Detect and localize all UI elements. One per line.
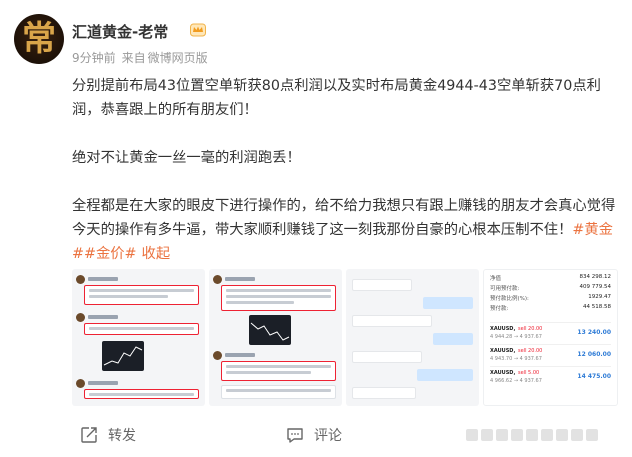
chat-bubble bbox=[352, 315, 432, 327]
account-value: 1929.47 bbox=[588, 294, 611, 300]
account-row: 预付款: 44 518.58 bbox=[490, 304, 611, 312]
position-side: sell 20.00 bbox=[518, 326, 543, 332]
post-time[interactable]: 9分钟前 bbox=[72, 51, 116, 65]
account-row: 预付款比例(%): 1929.47 bbox=[490, 294, 611, 302]
highlighted-bubble bbox=[84, 323, 199, 335]
position-row: XAUUSD, sell 20.00 4 943.70 → 4 937.67 12 0… bbox=[490, 344, 611, 364]
highlighted-bubble bbox=[221, 361, 336, 381]
post-meta: 9分钟前 来自 微博网页版 bbox=[72, 49, 214, 66]
comment-label: 评论 bbox=[314, 428, 342, 444]
chat-bubble bbox=[423, 297, 473, 309]
image-grid: 净值 834 298.12 可用预付款: 409 779.54 预付款比例(%): 1… bbox=[72, 269, 618, 406]
chat-bubble bbox=[433, 333, 473, 345]
share-icon bbox=[81, 427, 97, 443]
position-pnl: 13 240.00 bbox=[577, 329, 611, 336]
action-bar: 转发 评论 bbox=[0, 420, 632, 450]
collapse-link[interactable]: 收起 bbox=[142, 246, 171, 262]
chart-thumbnail bbox=[249, 315, 291, 345]
chat-message bbox=[76, 313, 201, 323]
position-side: sell 20.00 bbox=[518, 348, 543, 354]
position-price: 4 943.70 → 4 937.67 bbox=[490, 356, 542, 362]
paragraph-3-text: 全程都是在大家的眼皮下进行操作的，给不给力我想只有跟上赚钱的朋友才会真心觉得今天… bbox=[72, 198, 616, 238]
tag-gold-price[interactable]: #金价# bbox=[84, 246, 137, 262]
chat-message bbox=[76, 379, 201, 389]
account-row: 净值 834 298.12 bbox=[490, 274, 611, 282]
position-symbol: XAUUSD, bbox=[490, 370, 516, 376]
position-pnl: 12 060.00 bbox=[577, 351, 611, 358]
account-value: 834 298.12 bbox=[579, 274, 612, 280]
post-text: 分别提前布局43位置空单斩获80点利润以及实时布局黄金4944-43空单斩获70… bbox=[72, 74, 618, 266]
image-thumb-2[interactable] bbox=[209, 269, 342, 406]
account-key: 预付款比例(%): bbox=[490, 296, 529, 302]
chat-bubble bbox=[352, 387, 416, 399]
like-button[interactable] bbox=[466, 420, 598, 450]
avatar[interactable]: 常 bbox=[14, 14, 64, 64]
author-name[interactable]: 汇道黄金-老常 bbox=[72, 21, 168, 42]
chat-bubble bbox=[417, 369, 473, 381]
share-button[interactable]: 转发 bbox=[80, 420, 136, 450]
post-source: 微博网页版 bbox=[147, 51, 208, 65]
position-symbol: XAUUSD, bbox=[490, 326, 516, 332]
chat-message bbox=[76, 275, 201, 285]
share-label: 转发 bbox=[108, 428, 136, 444]
avatar-glyph: 常 bbox=[22, 19, 56, 59]
image-thumb-3[interactable] bbox=[346, 269, 479, 406]
like-icon bbox=[466, 429, 598, 441]
vip-crown-icon bbox=[190, 23, 206, 37]
comment-icon bbox=[287, 428, 303, 443]
position-price: 4 944.28 → 4 937.67 bbox=[490, 334, 542, 340]
account-key: 预付款: bbox=[490, 306, 509, 312]
paragraph-1: 分别提前布局43位置空单斩获80点利润以及实时布局黄金4944-43空单斩获70… bbox=[72, 78, 601, 118]
position-symbol: XAUUSD, bbox=[490, 348, 516, 354]
post-header: 常 汇道黄金-老常 9分钟前 来自 微博网页版 bbox=[14, 14, 618, 66]
source-prefix: 来自 bbox=[121, 51, 146, 65]
position-price: 4 966.62 → 4 937.67 bbox=[490, 378, 542, 384]
chat-bubble bbox=[221, 385, 336, 399]
account-value: 44 518.58 bbox=[583, 304, 611, 310]
chat-bubble bbox=[352, 351, 422, 363]
paragraph-2: 绝对不让黄金一丝一毫的利润跑丢！ bbox=[72, 150, 301, 166]
account-key: 净值 bbox=[490, 276, 502, 282]
highlighted-bubble bbox=[84, 285, 199, 305]
position-pnl: 14 475.00 bbox=[577, 373, 611, 380]
account-row: 可用预付款: 409 779.54 bbox=[490, 284, 611, 292]
chat-message bbox=[213, 275, 338, 285]
account-value: 409 779.54 bbox=[579, 284, 612, 290]
position-row: XAUUSD, sell 5.00 4 966.62 → 4 937.67 14 47… bbox=[490, 366, 611, 386]
image-thumb-1[interactable] bbox=[72, 269, 205, 406]
chart-thumbnail bbox=[102, 341, 144, 371]
highlighted-bubble bbox=[84, 389, 199, 399]
image-thumb-4[interactable]: 净值 834 298.12 可用预付款: 409 779.54 预付款比例(%): 1… bbox=[483, 269, 618, 406]
comment-button[interactable]: 评论 bbox=[286, 420, 342, 450]
chat-message bbox=[213, 351, 338, 361]
paragraph-3: 全程都是在大家的眼皮下进行操作的，给不给力我想只有跟上赚钱的朋友才会真心觉得今天… bbox=[72, 194, 618, 266]
position-side: sell 5.00 bbox=[518, 370, 540, 376]
highlighted-bubble bbox=[221, 285, 336, 311]
account-key: 可用预付款: bbox=[490, 286, 520, 292]
position-row: XAUUSD, sell 20.00 4 944.28 → 4 937.67 13 2… bbox=[490, 322, 611, 342]
chat-bubble bbox=[352, 279, 412, 291]
